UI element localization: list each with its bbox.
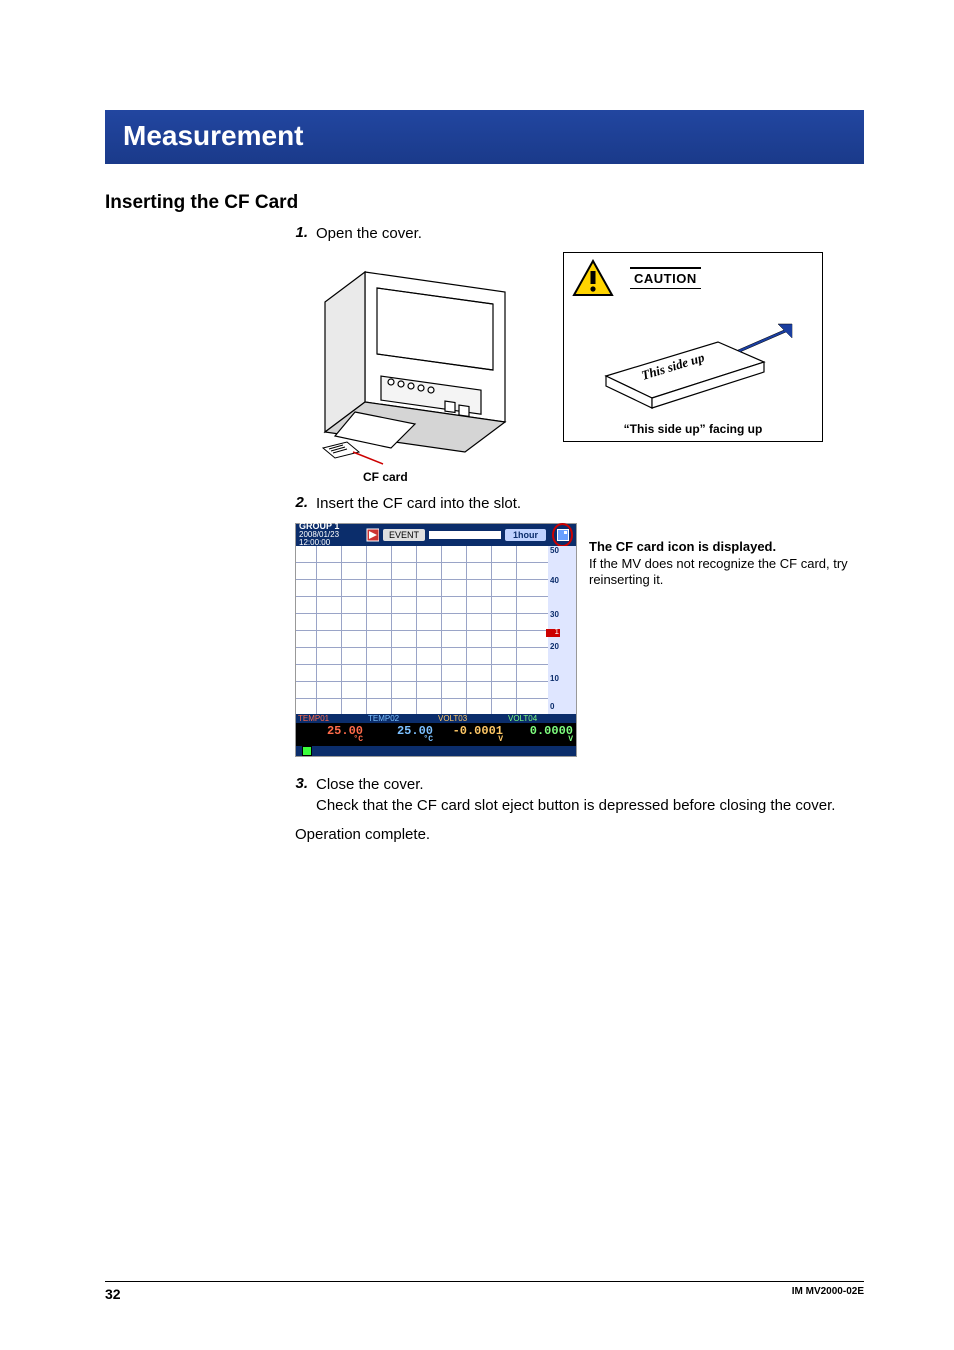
caution-card: CAUTION This side up [563,252,823,442]
mv-statusbar [296,746,576,756]
mv-scale: 50 40 30 20 10 0 [548,546,576,714]
caution-title: CAUTION [630,267,701,289]
step-num: 3. [280,775,316,816]
mv-topbar: GROUP 1 2008/01/23 12:00:00 EVENT 1hour [296,524,576,546]
event-badge: EVENT [383,529,425,541]
caution-footer: “This side up” facing up [572,422,814,436]
caution-icon [572,259,614,297]
callout-body: If the MV does not recognize the CF card… [589,556,859,589]
step-num: 1. [280,224,316,244]
figure-row-1: CF card CAUTION [295,252,864,482]
step-num: 2. [280,494,316,514]
mv-screen: GROUP 1 2008/01/23 12:00:00 EVENT 1hour [295,523,577,758]
step-2: 2. Insert the CF card into the slot. [280,494,864,514]
mv-grid [296,546,548,714]
recorder-svg [295,252,535,472]
arrow-icon [738,324,792,352]
status-dot-icon [302,746,312,756]
callout-bold: The CF card icon is displayed. [589,539,859,554]
step-3: 3. Close the cover. Check that the CF ca… [280,775,864,816]
cf-card-icon [552,523,573,547]
channel: VOLT03 -0.0001V [436,714,506,747]
scale-marker [546,629,560,637]
step-text: Insert the CF card into the slot. [316,494,521,514]
operation-complete: Operation complete. [295,826,864,843]
device-illustration: CF card [295,252,535,482]
page-title: Measurement [105,110,864,164]
progress-bar [429,531,501,539]
page-footer: 32 IM MV2000-02E [105,1281,864,1302]
step-text: Open the cover. [316,224,422,244]
channel: TEMP02 25.00°C [366,714,436,747]
mv-channels: TEMP01 25.00°C TEMP02 25.00°C VOLT03 -0.… [296,714,576,747]
figure-row-2: GROUP 1 2008/01/23 12:00:00 EVENT 1hour [295,523,864,758]
channel: TEMP01 25.00°C [296,714,366,747]
page-number: 32 [105,1286,121,1302]
flag-icon [365,527,379,543]
time-badge: 1hour [505,529,546,541]
step-3-note: Check that the CF card slot eject button… [316,797,835,814]
step-1: 1. Open the cover. [280,224,864,244]
channel: VOLT04 0.0000V [506,714,576,747]
doc-id: IM MV2000-02E [792,1286,864,1302]
section-heading: Inserting the CF Card [105,192,864,214]
cf-card-label: CF card [363,470,408,484]
cf-orientation-svg: This side up [588,306,798,416]
step-text: Close the cover. Check that the CF card … [316,775,835,816]
cf-callout: The CF card icon is displayed. If the MV… [589,523,859,758]
